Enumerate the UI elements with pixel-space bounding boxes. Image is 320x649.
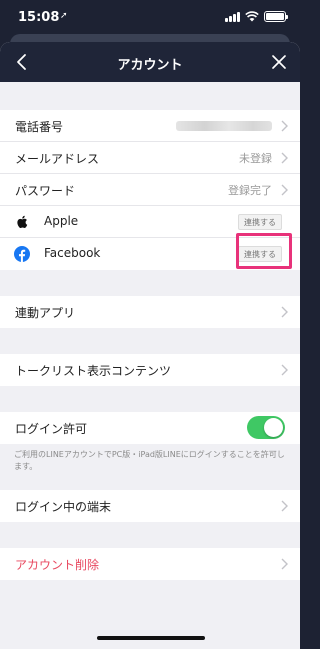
facebook-label: Facebook bbox=[44, 246, 101, 260]
wifi-icon bbox=[245, 11, 259, 22]
delete-account-label: アカウント削除 bbox=[15, 558, 100, 572]
login-permission-row: ログイン許可 bbox=[0, 412, 300, 444]
apple-label: Apple bbox=[44, 214, 79, 228]
login-devices-group: ログイン中の端末 bbox=[0, 490, 300, 522]
email-value: 未登録 bbox=[239, 152, 272, 165]
account-settings-group: 電話番号 メールアドレス 未登録 パスワード 登録完了 Apple 連携する F… bbox=[0, 110, 300, 270]
password-row[interactable]: パスワード 登録完了 bbox=[0, 174, 300, 206]
login-permission-toggle[interactable] bbox=[247, 416, 285, 439]
close-icon[interactable] bbox=[270, 53, 288, 71]
chevron-right-icon bbox=[281, 500, 288, 512]
battery-icon bbox=[264, 11, 288, 22]
chevron-right-icon bbox=[281, 306, 288, 318]
facebook-row: Facebook 連携する bbox=[0, 233, 300, 270]
facebook-logo-icon bbox=[14, 246, 30, 262]
facebook-button-highlight bbox=[236, 233, 292, 269]
status-indicators bbox=[225, 11, 288, 22]
login-permission-group: ログイン許可 bbox=[0, 412, 300, 444]
login-permission-label: ログイン許可 bbox=[15, 422, 88, 436]
password-label: パスワード bbox=[15, 184, 76, 198]
chevron-right-icon bbox=[281, 120, 288, 132]
phone-number-row[interactable]: 電話番号 bbox=[0, 110, 300, 142]
page-title: アカウント bbox=[117, 58, 183, 73]
login-permission-note: ご利用のLINEアカウントでPC版・iPad版LINEにログインすることを許可し… bbox=[14, 450, 285, 471]
chevron-right-icon bbox=[281, 558, 288, 570]
navigation-bar: アカウント bbox=[0, 42, 300, 82]
chevron-right-icon bbox=[281, 364, 288, 376]
email-row[interactable]: メールアドレス 未登録 bbox=[0, 142, 300, 174]
chevron-right-icon bbox=[281, 152, 288, 164]
status-time: 15:08 bbox=[18, 10, 60, 25]
linked-apps-group: 連動アプリ bbox=[0, 296, 300, 328]
apple-logo-icon bbox=[17, 215, 28, 229]
apple-link-button[interactable]: 連携する bbox=[238, 214, 282, 230]
chevron-right-icon bbox=[281, 184, 288, 196]
talk-list-group: トークリスト表示コンテンツ bbox=[0, 354, 300, 386]
talk-list-content-label: トークリスト表示コンテンツ bbox=[15, 364, 172, 378]
account-sheet: アカウント 電話番号 メールアドレス 未登録 パスワード 登録完了 Apple … bbox=[0, 42, 300, 649]
phone-number-value-redacted bbox=[176, 121, 272, 131]
home-indicator[interactable] bbox=[97, 636, 205, 640]
linked-apps-label: 連動アプリ bbox=[15, 306, 76, 320]
login-devices-label: ログイン中の端末 bbox=[15, 500, 112, 514]
toggle-knob bbox=[264, 418, 283, 437]
status-bar: 15:08 ➚ bbox=[0, 0, 300, 36]
delete-account-row[interactable]: アカウント削除 bbox=[0, 548, 300, 580]
phone-number-label: 電話番号 bbox=[15, 120, 64, 134]
password-value: 登録完了 bbox=[228, 184, 272, 197]
linked-apps-row[interactable]: 連動アプリ bbox=[0, 296, 300, 328]
location-arrow-icon: ➚ bbox=[60, 11, 68, 21]
cellular-signal-icon bbox=[225, 11, 240, 22]
delete-account-group: アカウント削除 bbox=[0, 548, 300, 580]
login-devices-row[interactable]: ログイン中の端末 bbox=[0, 490, 300, 522]
email-label: メールアドレス bbox=[15, 152, 100, 166]
talk-list-content-row[interactable]: トークリスト表示コンテンツ bbox=[0, 354, 300, 386]
